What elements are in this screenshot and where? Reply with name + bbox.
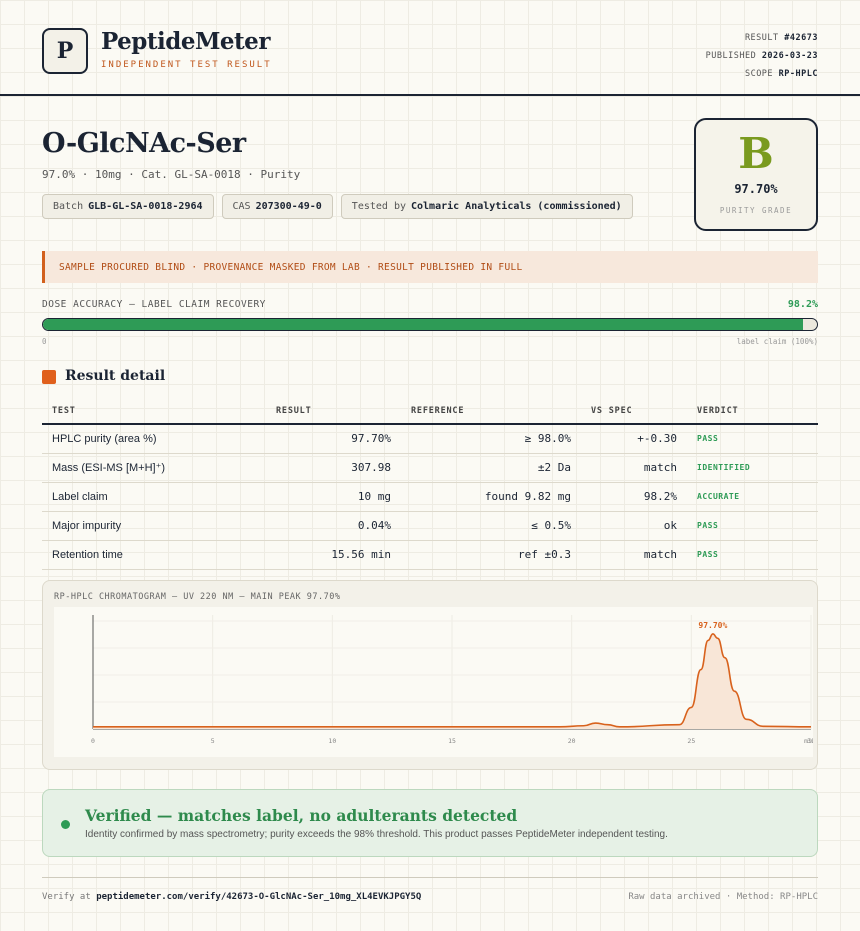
test-name: HPLC purity (area %) [42, 424, 266, 454]
dose-accuracy-bar [42, 318, 818, 331]
verified-status-dot [61, 820, 70, 829]
vs-spec-value: +-0.30 [581, 424, 687, 454]
col-vs-spec: VS SPEC [581, 398, 687, 425]
vs-spec-value: 98.2% [581, 482, 687, 512]
table-row: HPLC purity (area %) 97.70% ≥ 98.0% +-0.30 P… [42, 424, 818, 454]
col-result: RESULT [266, 398, 401, 425]
reference-value: ±2 Da [401, 453, 581, 483]
cas-chip: CAS 207300-49-0 [221, 194, 333, 219]
result-value: 0.04% [266, 511, 401, 541]
result-value: 307.98 [266, 453, 401, 483]
test-name: Mass (ESI-MS [M+H]⁺) [42, 453, 266, 483]
dose-accuracy-fill [43, 319, 804, 330]
page-header: P PeptideMeter INDEPENDENT TEST RESULT R… [0, 0, 860, 96]
verify-link[interactable]: peptidemeter.com/verify/42673-O-GlcNAc-S… [96, 892, 421, 902]
brand-tagline: INDEPENDENT TEST RESULT [101, 60, 272, 70]
x-unit-label: min [804, 737, 813, 745]
result-meta: RESULT #42673 PUBLISHED 2026-03-23 SCOPE… [706, 29, 818, 83]
grade-value: 97.70% [734, 182, 778, 196]
peak-label: 97.70% [698, 621, 727, 630]
footer-verify: Verify at peptidemeter.com/verify/42673-… [42, 892, 422, 902]
result-value: 97.70% [266, 424, 401, 454]
meta-published: PUBLISHED 2026-03-23 [705, 51, 818, 61]
purity-grade-card: B 97.70% PURITY GRADE [694, 118, 818, 231]
verdict-badge: ACCURATE [687, 482, 818, 512]
procurement-banner: SAMPLE PROCURED BLIND · PROVENANCE MASKE… [42, 251, 818, 283]
result-table: TEST RESULT REFERENCE VS SPEC VERDICT HP… [42, 398, 818, 570]
meta-result: RESULT #42673 [744, 33, 818, 43]
test-name: Major impurity [42, 511, 266, 541]
vs-spec-value: match [581, 453, 687, 483]
reference-value: ≥ 98.0% [401, 424, 581, 454]
reference-value: ref ±0.3 [401, 540, 581, 570]
verified-panel: Verified — matches label, no adulterants… [42, 789, 818, 857]
verdict-badge: IDENTIFIED [687, 453, 818, 483]
verified-title: Verified — matches label, no adulterants… [85, 806, 518, 825]
brand-logo: P [42, 28, 88, 74]
dose-accuracy-value: 98.2% [787, 299, 818, 310]
x-tick-label: 25 [687, 737, 695, 745]
table-header-row: TEST RESULT REFERENCE VS SPEC VERDICT [42, 398, 818, 425]
grade-letter: B [738, 129, 774, 178]
meta-scope: SCOPE RP-HPLC [744, 69, 818, 79]
product-subline: 97.0% · 10mg · Cat. GL-SA-0018 · Purity [42, 168, 301, 181]
bar-min-label: 0 [42, 337, 47, 346]
verdict-badge: PASS [687, 424, 818, 454]
tested-by-chip: Tested by Colmaric Analyticals (commissio… [340, 194, 633, 219]
x-tick-label: 0 [91, 737, 95, 745]
result-value: 15.56 min [266, 540, 401, 570]
table-row: Label claim 10 mg found 9.82 mg 98.2% ACCURA… [42, 482, 818, 512]
product-chips: Batch GLB-GL-SA-0018-2964 CAS 207300-49-0 … [42, 194, 633, 219]
chart-title: RP-HPLC CHROMATOGRAM — UV 220 NM — MAIN … [54, 592, 341, 602]
x-tick-label: 10 [328, 737, 336, 745]
chromatogram-chart: 97.70%051015202530min [54, 607, 813, 757]
x-tick-label: 5 [211, 737, 215, 745]
footer-divider [42, 877, 818, 878]
section-title: Result detail [65, 368, 166, 384]
col-verdict: VERDICT [687, 398, 818, 425]
bar-max-label: label claim (100%) [736, 337, 818, 346]
x-tick-label: 20 [568, 737, 576, 745]
test-name: Retention time [42, 540, 266, 570]
x-tick-label: 15 [448, 737, 456, 745]
verdict-badge: PASS [687, 511, 818, 541]
vs-spec-value: match [581, 540, 687, 570]
verdict-badge: PASS [687, 540, 818, 570]
col-reference: REFERENCE [401, 398, 581, 425]
batch-chip: Batch GLB-GL-SA-0018-2964 [42, 194, 214, 219]
result-value: 10 mg [266, 482, 401, 512]
reference-value: found 9.82 mg [401, 482, 581, 512]
table-row: Major impurity 0.04% ≤ 0.5% ok PASS [42, 511, 818, 541]
section-marker [42, 370, 56, 384]
product-title: O-GlcNAc-Ser [42, 128, 246, 159]
chromatogram-card: RP-HPLC CHROMATOGRAM — UV 220 NM — MAIN … [42, 580, 818, 770]
brand-name: PeptideMeter [101, 28, 270, 55]
col-test: TEST [42, 398, 266, 425]
reference-value: ≤ 0.5% [401, 511, 581, 541]
vs-spec-value: ok [581, 511, 687, 541]
test-name: Label claim [42, 482, 266, 512]
verified-description: Identity confirmed by mass spectrometry;… [85, 829, 668, 840]
footer-archive-note: Raw data archived · Method: RP-HPLC [628, 892, 818, 902]
table-row: Mass (ESI-MS [M+H]⁺) 307.98 ±2 Da match IDEN… [42, 453, 818, 483]
dose-accuracy-label: DOSE ACCURACY — LABEL CLAIM RECOVERY [42, 299, 266, 310]
grade-label: PURITY GRADE [719, 206, 793, 215]
table-row: Retention time 15.56 min ref ±0.3 match PASS [42, 540, 818, 570]
